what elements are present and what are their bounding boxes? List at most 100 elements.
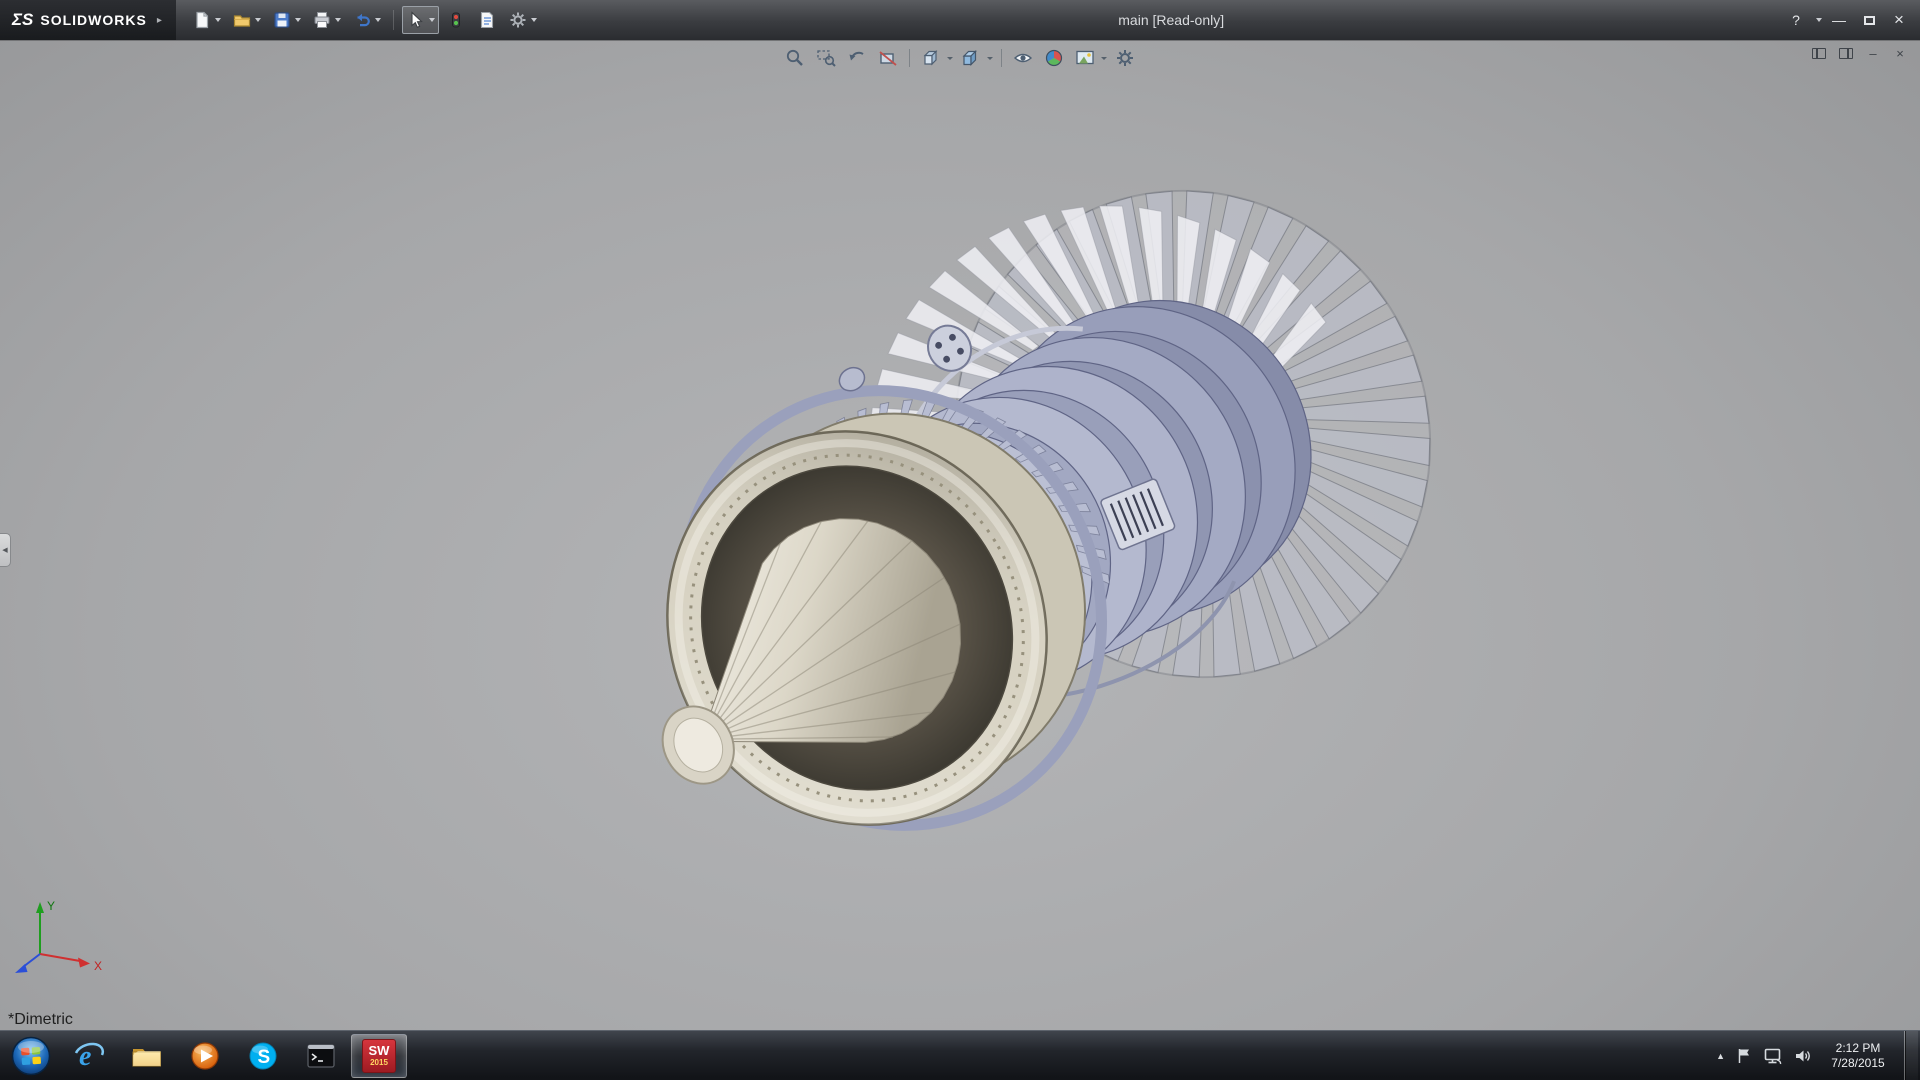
chevron-down-icon[interactable] [987, 57, 993, 60]
open-folder-icon [232, 10, 252, 30]
orientation-triad: Y X [6, 888, 116, 998]
pane-right-icon [1839, 48, 1853, 59]
file-properties-icon [477, 10, 497, 30]
chevron-down-icon[interactable] [295, 18, 301, 22]
system-tray: ▲ 2:12 PM 7/28/2015 [1716, 1031, 1920, 1080]
media-player-icon [189, 1040, 221, 1072]
undo-button[interactable] [348, 6, 385, 34]
chevron-down-icon[interactable] [215, 18, 221, 22]
taskbar-media-player[interactable] [177, 1034, 233, 1078]
chevron-down-icon[interactable] [1101, 57, 1107, 60]
solidworks-app-icon: SW 2015 [362, 1039, 396, 1073]
printer-icon [312, 10, 332, 30]
network-icon[interactable] [1763, 1047, 1783, 1065]
document-window-controls: – × [1809, 45, 1910, 61]
splitter-arrow-icon: ◀ [2, 546, 7, 554]
model-jet-engine[interactable] [522, 81, 1519, 956]
brand-name: SOLIDWORKS [40, 12, 146, 28]
menu-expand-arrow-icon[interactable]: ▸ [157, 15, 162, 26]
window-controls: ? — × [1783, 9, 1920, 31]
close-button[interactable]: × [1886, 9, 1912, 31]
apply-scene-button[interactable] [1072, 45, 1098, 71]
taskbar-internet-explorer[interactable]: e [61, 1034, 117, 1078]
minimize-button[interactable]: — [1826, 9, 1852, 31]
chevron-down-icon[interactable] [335, 18, 341, 22]
clock-time: 2:12 PM [1823, 1041, 1893, 1056]
doc-minimize-button[interactable]: – [1863, 45, 1883, 61]
clock-date: 7/28/2015 [1823, 1056, 1893, 1071]
toolbar-separator [393, 10, 394, 30]
taskbar-clock[interactable]: 2:12 PM 7/28/2015 [1823, 1041, 1893, 1071]
taskbar-skype[interactable]: S [235, 1034, 291, 1078]
toolbar-separator [909, 49, 910, 67]
select-cursor-icon [406, 10, 426, 30]
taskbar-command-prompt[interactable] [293, 1034, 349, 1078]
maximize-button[interactable] [1856, 9, 1882, 31]
feature-manager-splitter[interactable]: ◀ [0, 533, 11, 567]
doc-close-button[interactable]: × [1890, 45, 1910, 61]
pane-left-button[interactable] [1809, 45, 1829, 61]
folder-icon [130, 1042, 164, 1070]
taskbar-explorer[interactable] [119, 1034, 175, 1078]
view-settings-button[interactable] [1112, 45, 1138, 71]
eye-icon [1012, 47, 1034, 69]
edit-appearance-button[interactable] [1041, 45, 1067, 71]
rebuild-stoplight-icon [446, 10, 466, 30]
action-center-flag-icon[interactable] [1736, 1047, 1752, 1065]
zoom-to-area-button[interactable] [813, 45, 839, 71]
zoom-fit-icon [784, 47, 806, 69]
chevron-down-icon[interactable] [531, 18, 537, 22]
triad-x-label: X [94, 959, 102, 973]
chevron-down-icon[interactable] [255, 18, 261, 22]
graphics-area[interactable] [0, 41, 1920, 1031]
pane-left-icon [1812, 48, 1826, 59]
taskbar-solidworks[interactable]: SW 2015 [351, 1034, 407, 1078]
help-button[interactable]: ? [1783, 9, 1809, 31]
toolbar-separator [1001, 49, 1002, 67]
print-button[interactable] [308, 6, 345, 34]
windows-start-icon [10, 1035, 52, 1077]
maximize-icon [1864, 16, 1875, 25]
start-button[interactable] [6, 1032, 56, 1080]
section-view-icon [877, 47, 899, 69]
skype-icon: S [247, 1040, 279, 1072]
volume-icon[interactable] [1794, 1047, 1812, 1065]
undo-arrow-icon [352, 10, 372, 30]
triad-y-label: Y [47, 899, 55, 913]
chevron-down-icon[interactable] [429, 18, 435, 22]
rebuild-button[interactable] [442, 6, 470, 34]
zoom-area-icon [815, 47, 837, 69]
previous-view-button[interactable] [844, 45, 870, 71]
show-desktop-button[interactable] [1904, 1031, 1918, 1080]
view-settings-gear-icon [1114, 47, 1136, 69]
pane-right-button[interactable] [1836, 45, 1856, 61]
heads-up-view-toolbar [782, 45, 1138, 71]
hide-show-items-button[interactable] [1010, 45, 1036, 71]
solidworks-logo[interactable]: ΣS SOLIDWORKS ▸ [0, 0, 176, 40]
chevron-down-icon[interactable] [947, 57, 953, 60]
new-document-icon [192, 10, 212, 30]
select-button[interactable] [402, 6, 439, 34]
view-orientation-label: *Dimetric [8, 1011, 73, 1029]
display-style-button[interactable] [958, 45, 984, 71]
graphics-viewport[interactable]: – × ◀ Y X *Dimetric [0, 40, 1920, 1030]
chevron-down-icon[interactable] [1816, 18, 1822, 22]
display-style-icon [960, 47, 982, 69]
internet-explorer-icon: e [73, 1040, 105, 1072]
document-title: main [Read-only] [1118, 12, 1224, 28]
appearance-ball-icon [1043, 47, 1065, 69]
solidworks-logo-icon: ΣS [12, 10, 33, 30]
section-view-button[interactable] [875, 45, 901, 71]
new-button[interactable] [188, 6, 225, 34]
chevron-down-icon[interactable] [375, 18, 381, 22]
save-button[interactable] [268, 6, 305, 34]
view-orientation-button[interactable] [918, 45, 944, 71]
file-properties-button[interactable] [473, 6, 501, 34]
app-titlebar: ΣS SOLIDWORKS ▸ [0, 0, 1920, 40]
tray-expand-icon[interactable]: ▲ [1716, 1051, 1725, 1061]
zoom-to-fit-button[interactable] [782, 45, 808, 71]
open-button[interactable] [228, 6, 265, 34]
options-button[interactable] [504, 6, 541, 34]
command-prompt-icon [305, 1042, 337, 1070]
taskbar: e S [0, 1030, 1920, 1080]
